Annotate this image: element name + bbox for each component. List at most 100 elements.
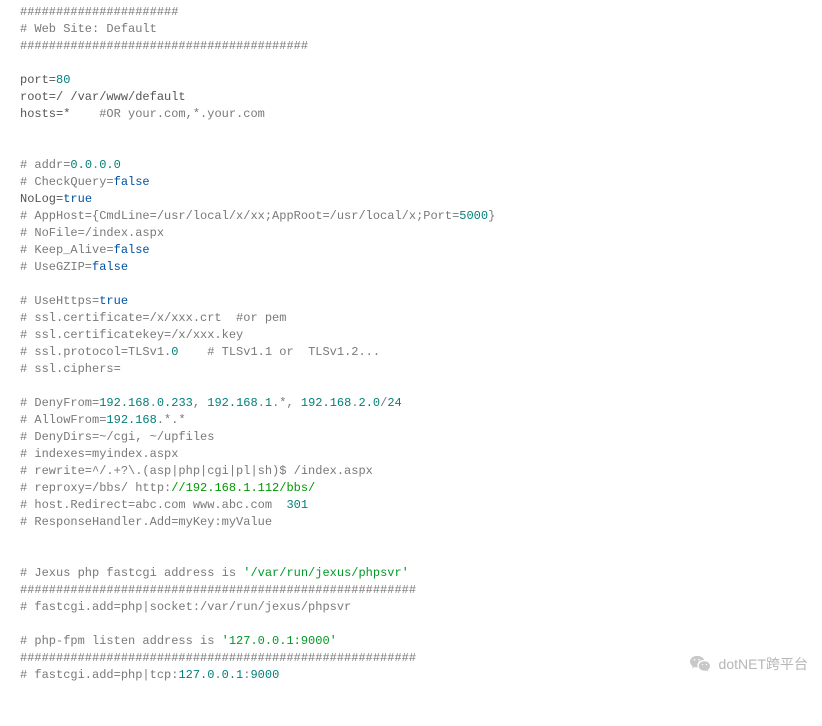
cidr-mask: 24 — [387, 396, 401, 410]
commented-key: # Keep_Alive= — [20, 243, 114, 257]
value-false: false — [114, 243, 150, 257]
blank-line — [20, 140, 818, 157]
ip-segment: 192.168 — [207, 396, 257, 410]
commented-key: # ResponseHandler.Add=myKey:myValue — [20, 515, 272, 529]
commented-key: # AppHost={CmdLine=/usr/local/x/xx;AppRo… — [20, 209, 459, 223]
config-line: # DenyDirs=~/cgi, ~/upfiles — [20, 429, 818, 446]
config-line: ###################### — [20, 4, 818, 21]
section-header: # Web Site: Default — [20, 22, 157, 36]
ip-segment: 1 — [265, 396, 272, 410]
blank-line — [20, 378, 818, 395]
config-line: # ssl.protocol=TLSv1.0 # TLSv1.1 or TLSv… — [20, 344, 818, 361]
config-line: # Web Site: Default — [20, 21, 818, 38]
ip-segment: 127.0 — [178, 668, 214, 682]
config-line: # fastcgi.add=php|socket:/var/run/jexus/… — [20, 599, 818, 616]
watermark: dotNET跨平台 — [689, 654, 808, 674]
config-line: # AllowFrom=192.168.*.* — [20, 412, 818, 429]
commented-key: # ssl.certificatekey=/x/xxx.key — [20, 328, 243, 342]
config-line: # ResponseHandler.Add=myKey:myValue — [20, 514, 818, 531]
config-line: # CheckQuery=false — [20, 174, 818, 191]
ip-segment: 0.1 — [222, 668, 244, 682]
config-line: # UseHttps=true — [20, 293, 818, 310]
commented-key: # rewrite=^/.+?\.(asp|php|cgi|pl|sh)$ /i… — [20, 464, 373, 478]
commented-key: # UseHttps= — [20, 294, 99, 308]
ip-segment: 192.168 — [106, 413, 156, 427]
value-true: true — [99, 294, 128, 308]
blank-line — [20, 55, 818, 72]
config-line: # ssl.certificatekey=/x/xxx.key — [20, 327, 818, 344]
commented-key: # fastcgi.add=php|socket:/var/run/jexus/… — [20, 600, 351, 614]
commented-key: # ssl.protocol=TLSv1. — [20, 345, 171, 359]
blank-line — [20, 531, 818, 548]
commented-key: # ssl.ciphers= — [20, 362, 121, 376]
config-line: # DenyFrom=192.168.0.233, 192.168.1.*, 1… — [20, 395, 818, 412]
key-nolog: NoLog= — [20, 192, 63, 206]
commented-key: # CheckQuery= — [20, 175, 114, 189]
config-line: # addr=0.0.0.0 — [20, 157, 818, 174]
config-line: # php-fpm listen address is '127.0.0.1:9… — [20, 633, 818, 650]
ip-segment: 192.168 — [301, 396, 351, 410]
commented-key: # DenyFrom= — [20, 396, 99, 410]
section-divider: ###################### — [20, 5, 178, 19]
watermark-text: dotNET跨平台 — [719, 656, 808, 673]
value-true: true — [63, 192, 92, 206]
commented-key: # NoFile=/index.aspx — [20, 226, 164, 240]
value-port: 5000 — [459, 209, 488, 223]
port-number: 9000 — [250, 668, 279, 682]
blank-line — [20, 276, 818, 293]
commented-key: # fastcgi.add=php|tcp: — [20, 668, 178, 682]
inline-comment: #or pem — [236, 311, 286, 325]
ip-segment: 0.0 — [99, 158, 121, 172]
blank-line — [20, 548, 818, 565]
config-line: # indexes=myindex.aspx — [20, 446, 818, 463]
commented-key: # DenyDirs=~/cgi, ~/upfiles — [20, 430, 214, 444]
value-false: false — [114, 175, 150, 189]
config-line: # ssl.ciphers= — [20, 361, 818, 378]
value-port: 80 — [56, 73, 70, 87]
commented-key: # indexes=myindex.aspx — [20, 447, 178, 461]
section-divider: ######################################## — [20, 39, 308, 53]
inline-comment: # TLSv1.1 or TLSv1.2... — [207, 345, 380, 359]
config-line: hosts=* #OR your.com,*.your.com — [20, 106, 818, 123]
config-line: ######################################## — [20, 38, 818, 55]
config-line: # rewrite=^/.+?\.(asp|php|cgi|pl|sh)$ /i… — [20, 463, 818, 480]
string-literal: '127.0.0.1:9000' — [222, 634, 337, 648]
value-false: false — [92, 260, 128, 274]
commented-key: # ssl.certificate=/x/xxx.crt — [20, 311, 236, 325]
ip-segment: 0.0 — [70, 158, 92, 172]
key-port: port= — [20, 73, 56, 87]
commented-key: # UseGZIP= — [20, 260, 92, 274]
commented-key: # reproxy=/bbs/ http: — [20, 481, 171, 495]
config-line: # Jexus php fastcgi address is '/var/run… — [20, 565, 818, 582]
ip-segment: 192.168 — [99, 396, 149, 410]
comment-text: # Jexus php fastcgi address is — [20, 566, 243, 580]
blank-line — [20, 616, 818, 633]
config-line: # ssl.certificate=/x/xxx.crt #or pem — [20, 310, 818, 327]
commented-key: # AllowFrom= — [20, 413, 106, 427]
key-root: root=/ /var/www/default — [20, 90, 186, 104]
config-line: root=/ /var/www/default — [20, 89, 818, 106]
http-status: 301 — [286, 498, 308, 512]
key-hosts: hosts=* — [20, 107, 99, 121]
commented-key: # host.Redirect=abc.com www.abc.com — [20, 498, 286, 512]
config-line: port=80 — [20, 72, 818, 89]
section-divider: ########################################… — [20, 583, 416, 597]
blank-line — [20, 123, 818, 140]
section-divider: ########################################… — [20, 651, 416, 665]
config-line: # host.Redirect=abc.com www.abc.com 301 — [20, 497, 818, 514]
url-fragment: //192.168.1.112/bbs/ — [171, 481, 315, 495]
config-line: ########################################… — [20, 582, 818, 599]
comment-text: # php-fpm listen address is — [20, 634, 222, 648]
config-line: NoLog=true — [20, 191, 818, 208]
ip-segment: 0.233 — [157, 396, 193, 410]
inline-comment: #OR your.com,*.your.com — [99, 107, 265, 121]
commented-key: # addr= — [20, 158, 70, 172]
config-line: # reproxy=/bbs/ http://192.168.1.112/bbs… — [20, 480, 818, 497]
config-line: # UseGZIP=false — [20, 259, 818, 276]
config-line: # AppHost={CmdLine=/usr/local/x/xx;AppRo… — [20, 208, 818, 225]
config-line: # NoFile=/index.aspx — [20, 225, 818, 242]
config-line: # Keep_Alive=false — [20, 242, 818, 259]
string-literal: '/var/run/jexus/phpsvr' — [243, 566, 409, 580]
ip-segment: 2.0 — [359, 396, 381, 410]
wechat-icon — [689, 654, 711, 674]
